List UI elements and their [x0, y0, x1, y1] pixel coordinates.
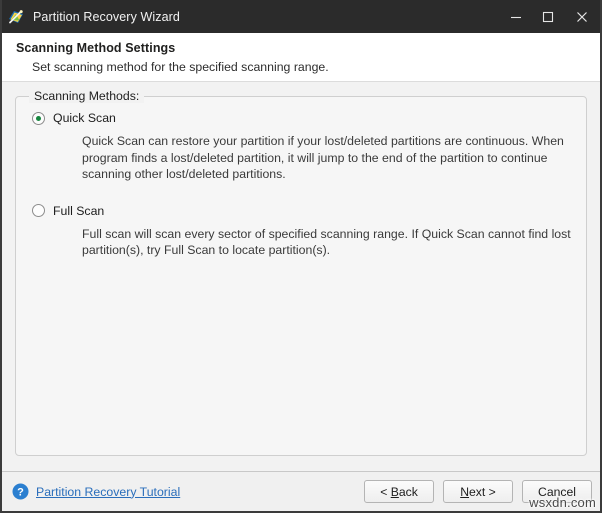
option-quick-scan-label: Quick Scan	[53, 111, 116, 125]
wizard-buttons: < Back Next > Cancel	[364, 480, 592, 503]
option-full-scan-row[interactable]: Full Scan	[32, 204, 572, 218]
page-title: Scanning Method Settings	[16, 41, 176, 55]
question-mark-icon[interactable]: ?	[12, 483, 29, 500]
maximize-icon[interactable]	[532, 0, 564, 33]
tutorial-link[interactable]: Partition Recovery Tutorial	[36, 485, 180, 499]
back-button-label: < Back	[380, 484, 418, 499]
group-legend: Scanning Methods:	[29, 89, 145, 103]
option-quick-scan[interactable]: Quick Scan Quick Scan can restore your p…	[30, 97, 572, 183]
partition-recovery-wizard-window: Partition Recovery Wizard Scanning Metho…	[0, 0, 602, 513]
page-subtitle: Set scanning method for the specified sc…	[32, 60, 329, 74]
radio-quick-scan[interactable]	[32, 111, 45, 125]
minimize-icon[interactable]	[500, 0, 532, 33]
title-bar: Partition Recovery Wizard	[2, 0, 600, 33]
cancel-button[interactable]: Cancel	[522, 480, 592, 503]
back-button[interactable]: < Back	[364, 480, 434, 503]
option-full-scan-label: Full Scan	[53, 203, 105, 218]
next-button[interactable]: Next >	[443, 480, 513, 503]
svg-text:?: ?	[17, 486, 24, 498]
close-icon[interactable]	[564, 0, 600, 33]
next-button-label: Next >	[460, 484, 496, 499]
option-quick-scan-row[interactable]: Quick Scan	[32, 111, 572, 125]
content-area: Scanning Methods: Quick Scan Quick Scan …	[2, 82, 600, 471]
window-title: Partition Recovery Wizard	[33, 9, 180, 24]
option-quick-scan-description: Quick Scan can restore your partition if…	[82, 134, 564, 181]
radio-full-scan[interactable]	[32, 204, 45, 217]
option-full-scan[interactable]: Full Scan Full scan will scan every sect…	[30, 183, 572, 259]
window-controls	[500, 0, 600, 33]
footer-bar: ? Partition Recovery Tutorial < Back Nex…	[2, 471, 600, 511]
scanning-methods-group: Scanning Methods: Quick Scan Quick Scan …	[15, 89, 587, 456]
page-header: Scanning Method Settings Set scanning me…	[2, 33, 600, 82]
wizard-wand-icon	[7, 8, 25, 26]
cancel-button-label: Cancel	[538, 484, 576, 499]
option-full-scan-description: Full scan will scan every sector of spec…	[82, 226, 571, 258]
